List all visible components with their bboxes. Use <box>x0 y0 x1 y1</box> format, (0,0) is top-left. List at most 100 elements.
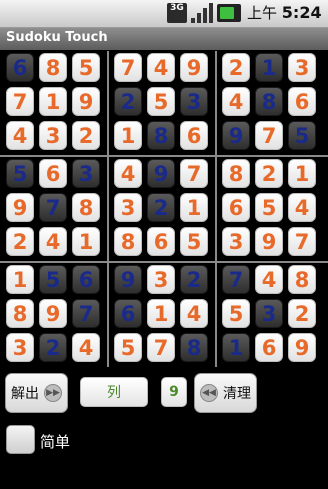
sudoku-cell[interactable]: 7 <box>255 121 283 150</box>
sudoku-cell[interactable]: 2 <box>114 87 142 116</box>
sudoku-cell[interactable]: 1 <box>222 333 250 362</box>
status-time: 上午 5:24 <box>247 3 322 22</box>
sudoku-cell[interactable]: 8 <box>255 87 283 116</box>
sudoku-cell[interactable]: 1 <box>114 121 142 150</box>
sudoku-cell[interactable]: 5 <box>255 193 283 222</box>
sudoku-cell[interactable]: 9 <box>180 53 208 82</box>
sudoku-cell[interactable]: 5 <box>72 53 100 82</box>
sudoku-cell[interactable]: 4 <box>255 265 283 294</box>
sudoku-cell[interactable]: 7 <box>72 299 100 328</box>
forward-icon: ▶▶ <box>44 384 62 402</box>
sudoku-cell[interactable]: 5 <box>180 227 208 256</box>
sudoku-cell[interactable]: 2 <box>72 121 100 150</box>
sudoku-cell[interactable]: 2 <box>222 53 250 82</box>
sudoku-cell[interactable]: 2 <box>288 299 316 328</box>
sudoku-cell[interactable]: 7 <box>147 333 175 362</box>
battery-icon <box>217 4 241 22</box>
sudoku-cell[interactable]: 7 <box>39 193 67 222</box>
sudoku-cell[interactable]: 3 <box>147 265 175 294</box>
sudoku-cell[interactable]: 8 <box>114 227 142 256</box>
sudoku-cell[interactable]: 5 <box>114 333 142 362</box>
mode-label: 列 <box>107 385 121 401</box>
sudoku-cell[interactable]: 9 <box>114 265 142 294</box>
sudoku-cell[interactable]: 6 <box>114 299 142 328</box>
sudoku-cell[interactable]: 1 <box>39 87 67 116</box>
grid-divider <box>0 261 328 263</box>
sudoku-cell[interactable]: 7 <box>6 87 34 116</box>
sudoku-cell[interactable]: 2 <box>6 227 34 256</box>
sudoku-cell[interactable]: 1 <box>147 299 175 328</box>
sudoku-cell[interactable]: 6 <box>147 227 175 256</box>
sudoku-cell[interactable]: 1 <box>255 53 283 82</box>
simple-checkbox[interactable] <box>6 425 35 454</box>
sudoku-cell[interactable]: 8 <box>180 333 208 362</box>
sudoku-cell[interactable]: 4 <box>147 53 175 82</box>
number-value[interactable]: 9 <box>161 377 187 407</box>
sudoku-cell[interactable]: 5 <box>288 121 316 150</box>
sudoku-cell[interactable]: 7 <box>180 159 208 188</box>
sudoku-cell[interactable]: 5 <box>147 87 175 116</box>
sudoku-cell[interactable]: 3 <box>180 87 208 116</box>
mode-selector[interactable]: 列 <box>80 377 148 407</box>
sudoku-cell[interactable]: 6 <box>180 121 208 150</box>
app-title-bar: Sudoku Touch <box>0 28 328 50</box>
sudoku-cell[interactable]: 1 <box>6 265 34 294</box>
sudoku-cell[interactable]: 6 <box>72 265 100 294</box>
sudoku-cell[interactable]: 8 <box>147 121 175 150</box>
sudoku-cell[interactable]: 6 <box>288 87 316 116</box>
sudoku-cell[interactable]: 9 <box>222 121 250 150</box>
network-3g-icon: 3G <box>167 3 187 23</box>
sudoku-cell[interactable]: 7 <box>288 227 316 256</box>
clear-button[interactable]: ◀◀ 清理 <box>194 373 257 413</box>
sudoku-cell[interactable]: 9 <box>72 87 100 116</box>
sudoku-cell[interactable]: 3 <box>6 333 34 362</box>
sudoku-cell[interactable]: 3 <box>222 227 250 256</box>
status-bar: 3G 上午 5:24 <box>0 0 328 28</box>
sudoku-cell[interactable]: 3 <box>255 299 283 328</box>
grid-divider <box>107 51 109 367</box>
sudoku-cell[interactable]: 3 <box>39 121 67 150</box>
sudoku-cell[interactable]: 9 <box>255 227 283 256</box>
sudoku-cell[interactable]: 8 <box>288 265 316 294</box>
sudoku-cell[interactable]: 7 <box>222 265 250 294</box>
sudoku-cell[interactable]: 2 <box>255 159 283 188</box>
sudoku-cell[interactable]: 4 <box>39 227 67 256</box>
sudoku-cell[interactable]: 2 <box>147 193 175 222</box>
sudoku-cell[interactable]: 5 <box>39 265 67 294</box>
sudoku-cell[interactable]: 1 <box>288 159 316 188</box>
sudoku-cell[interactable]: 3 <box>114 193 142 222</box>
sudoku-cell[interactable]: 3 <box>288 53 316 82</box>
sudoku-cell[interactable]: 8 <box>39 53 67 82</box>
sudoku-cell[interactable]: 1 <box>180 193 208 222</box>
solve-button[interactable]: 解出 ▶▶ <box>5 373 68 413</box>
sudoku-cell[interactable]: 8 <box>6 299 34 328</box>
sudoku-cell[interactable]: 8 <box>222 159 250 188</box>
sudoku-cell[interactable]: 4 <box>222 87 250 116</box>
sudoku-cell[interactable]: 6 <box>39 159 67 188</box>
solve-label: 解出 <box>11 386 39 402</box>
sudoku-cell[interactable]: 7 <box>114 53 142 82</box>
sudoku-cell[interactable]: 6 <box>6 53 34 82</box>
sudoku-cell[interactable]: 9 <box>147 159 175 188</box>
sudoku-cell[interactable]: 4 <box>180 299 208 328</box>
clear-label: 清理 <box>223 386 251 402</box>
sudoku-cell[interactable]: 4 <box>114 159 142 188</box>
sudoku-cell[interactable]: 3 <box>72 159 100 188</box>
sudoku-grid: 6857492137192534864321869755634978219783… <box>0 51 328 367</box>
sudoku-cell[interactable]: 9 <box>288 333 316 362</box>
sudoku-cell[interactable]: 1 <box>72 227 100 256</box>
simple-label: 简单 <box>40 433 71 451</box>
sudoku-cell[interactable]: 5 <box>222 299 250 328</box>
rewind-icon: ◀◀ <box>200 384 218 402</box>
sudoku-cell[interactable]: 4 <box>6 121 34 150</box>
sudoku-cell[interactable]: 9 <box>6 193 34 222</box>
sudoku-cell[interactable]: 8 <box>72 193 100 222</box>
sudoku-cell[interactable]: 6 <box>222 193 250 222</box>
sudoku-cell[interactable]: 9 <box>39 299 67 328</box>
sudoku-cell[interactable]: 6 <box>255 333 283 362</box>
sudoku-cell[interactable]: 4 <box>288 193 316 222</box>
sudoku-cell[interactable]: 5 <box>6 159 34 188</box>
sudoku-cell[interactable]: 4 <box>72 333 100 362</box>
sudoku-cell[interactable]: 2 <box>39 333 67 362</box>
sudoku-cell[interactable]: 2 <box>180 265 208 294</box>
